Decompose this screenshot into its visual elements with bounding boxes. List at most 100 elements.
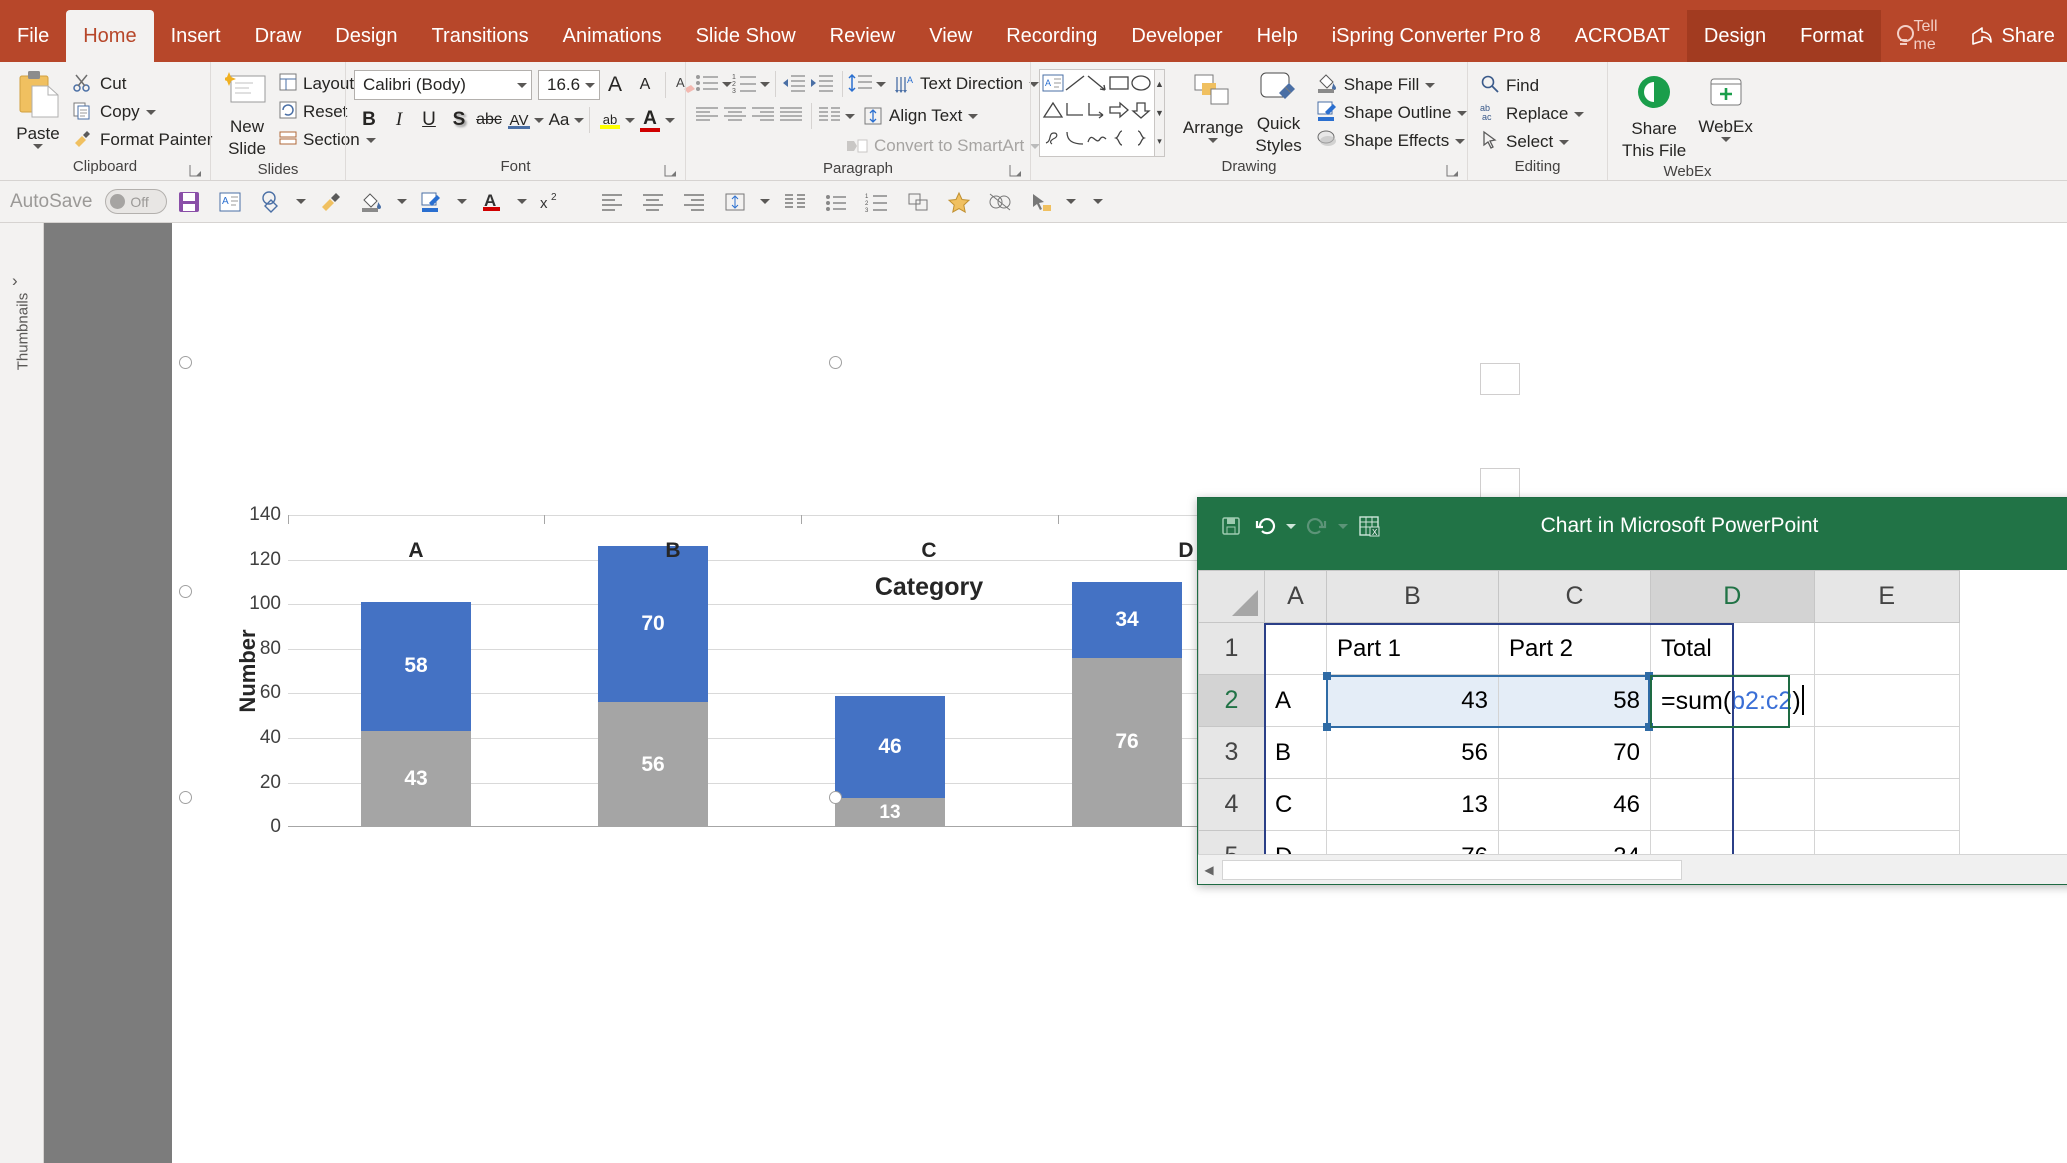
horizontal-scroll-thumb[interactable] [1222, 859, 1682, 880]
bar-segment-D-part1[interactable]: 76 [1072, 657, 1182, 827]
font-color-icon[interactable]: A [473, 185, 511, 219]
arrow-shape-icon[interactable] [1086, 74, 1108, 97]
tab-view[interactable]: View [912, 10, 989, 62]
character-spacing-caret[interactable] [534, 117, 544, 123]
webex-caret[interactable] [1720, 137, 1731, 142]
selection-pane-icon[interactable] [1022, 185, 1060, 219]
triangle-shape-icon[interactable] [1042, 101, 1064, 124]
tab-chart-format[interactable]: Format [1783, 10, 1881, 62]
shape-outline-button[interactable]: Shape Outline [1312, 99, 1472, 127]
text-box-icon[interactable]: A [211, 185, 249, 219]
columns-caret[interactable] [845, 113, 855, 119]
format-painter-icon[interactable] [312, 185, 350, 219]
increase-indent-icon[interactable] [809, 72, 837, 96]
shape-fill-caret[interactable] [1425, 82, 1436, 88]
chart-handle-bottom-center[interactable] [829, 791, 842, 804]
paragraph-dialog-launcher-icon[interactable] [1009, 164, 1022, 177]
superscript-icon[interactable]: x2 [533, 185, 571, 219]
font-name-combobox[interactable]: Calibri (Body) [354, 70, 532, 100]
clipboard-dialog-launcher-icon[interactable] [189, 164, 202, 177]
cell-E3[interactable] [1813, 726, 1960, 779]
copy-button[interactable]: Copy [68, 98, 216, 126]
curve-shape-icon[interactable] [1064, 129, 1086, 152]
save-icon[interactable] [170, 185, 208, 219]
column-header-E[interactable]: E [1813, 570, 1960, 623]
slide-canvas[interactable]: Number 140 120 100 80 60 40 20 0 43 58 5… [172, 223, 2067, 1163]
column-header-D[interactable]: D [1650, 570, 1815, 623]
right-arrow-shape-icon[interactable] [1108, 101, 1130, 124]
bar-segment-A-part1[interactable]: 43 [361, 731, 471, 827]
cell-B4[interactable]: 13 [1326, 778, 1499, 831]
shape-fill-caret[interactable] [394, 185, 410, 219]
tab-slide-show[interactable]: Slide Show [679, 10, 813, 62]
quick-styles-button[interactable]: Quick Styles [1249, 69, 1307, 158]
font-color-button[interactable]: A [635, 105, 665, 135]
tab-recording[interactable]: Recording [989, 10, 1114, 62]
table-row[interactable]: 1 Part 1 Part 2 Total [1198, 622, 1960, 675]
text-box-shape-icon[interactable]: A [1042, 74, 1064, 97]
text-highlight-caret[interactable] [625, 117, 635, 123]
align-text-button[interactable]: Align Text [855, 102, 982, 130]
tab-draw[interactable]: Draw [238, 10, 319, 62]
select-caret[interactable] [1559, 139, 1570, 145]
paste-button[interactable]: Paste [8, 68, 68, 151]
strikethrough-button[interactable]: abc [474, 105, 504, 135]
shapes-gallery[interactable]: A [1039, 69, 1155, 157]
tab-home[interactable]: Home [66, 10, 154, 62]
column-header-C[interactable]: C [1498, 570, 1651, 623]
font-size-combobox[interactable]: 16.6 [538, 70, 600, 100]
cell-D1[interactable]: Total [1650, 622, 1815, 675]
merge-shapes-icon[interactable] [981, 185, 1019, 219]
bar-segment-A-part2[interactable]: 58 [361, 601, 471, 732]
row-header-3[interactable]: 3 [1198, 726, 1265, 779]
copy-dropdown-caret[interactable] [145, 109, 156, 115]
share-button[interactable]: Share [1959, 25, 2067, 48]
replace-button[interactable]: ab ac Replace [1476, 100, 1588, 128]
column-header-B[interactable]: B [1326, 570, 1499, 623]
tab-insert[interactable]: Insert [154, 10, 238, 62]
cell-D3[interactable] [1650, 726, 1815, 779]
text-highlight-button[interactable]: ab [595, 105, 625, 135]
group-objects-icon[interactable] [899, 185, 937, 219]
left-brace-shape-icon[interactable] [1108, 129, 1130, 152]
cell-C4[interactable]: 46 [1498, 778, 1651, 831]
tab-file[interactable]: File [0, 10, 66, 62]
line-spacing-caret[interactable] [876, 81, 886, 87]
right-brace-shape-icon[interactable] [1130, 129, 1152, 152]
numbering-icon[interactable]: 123 [858, 185, 896, 219]
selection-pane-caret[interactable] [1063, 185, 1079, 219]
cut-button[interactable]: Cut [68, 70, 216, 98]
shrink-font-button[interactable]: A [630, 70, 660, 100]
shape-fill-icon[interactable] [353, 185, 391, 219]
bullets-icon[interactable] [817, 185, 855, 219]
text-shadow-button[interactable]: S [444, 105, 474, 135]
shape-outline-caret[interactable] [1457, 110, 1468, 116]
shape-effects-button[interactable]: Shape Effects [1312, 127, 1472, 155]
spreadsheet-table[interactable]: A B C D E 1 Part 1 Part 2 Total 2 A 43 5… [1198, 570, 1960, 884]
chart-handle-top-left[interactable] [179, 356, 192, 369]
columns-icon[interactable] [776, 185, 814, 219]
shapes-gallery-scrollbar[interactable]: ▲ ▼ ▾ [1155, 69, 1165, 157]
tab-help[interactable]: Help [1240, 10, 1315, 62]
chart-data-editor-window[interactable]: X Chart in Microsoft PowerPoint ✕ A B [1197, 497, 2067, 885]
italic-button[interactable]: I [384, 105, 414, 135]
cell-E4[interactable] [1813, 778, 1960, 831]
format-painter-button[interactable]: Format Painter [68, 126, 216, 154]
cell-C1[interactable]: Part 2 [1498, 622, 1651, 675]
chart-handle-top-center[interactable] [829, 356, 842, 369]
rectangle-shape-icon[interactable] [1108, 74, 1130, 97]
star-icon[interactable] [940, 185, 978, 219]
align-center-icon[interactable] [634, 185, 672, 219]
select-button[interactable]: Select [1476, 128, 1588, 156]
tab-acrobat[interactable]: ACROBAT [1558, 10, 1687, 62]
shapes-scroll-down-icon[interactable]: ▼ [1155, 99, 1164, 128]
new-slide-button[interactable]: New Slide [219, 68, 275, 161]
grow-font-button[interactable]: A [600, 70, 630, 100]
horizontal-scroll-track[interactable] [1220, 859, 2067, 881]
columns-icon[interactable] [817, 105, 845, 127]
shape-fill-button[interactable]: Shape Fill [1312, 71, 1472, 99]
character-spacing-button[interactable]: AV [504, 105, 534, 135]
table-row[interactable]: 3 B 56 70 [1198, 726, 1960, 779]
shape-outline-icon[interactable] [413, 185, 451, 219]
font-dialog-launcher-icon[interactable] [664, 164, 677, 177]
